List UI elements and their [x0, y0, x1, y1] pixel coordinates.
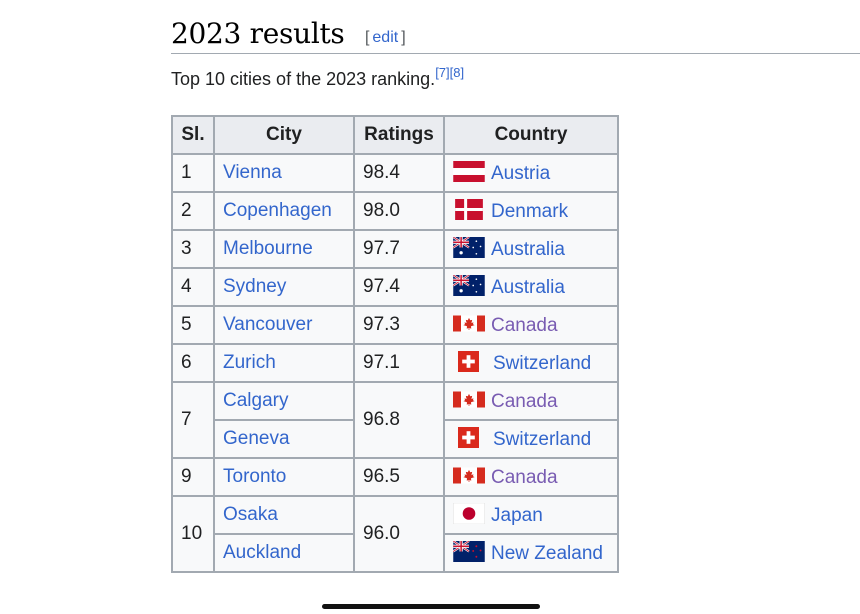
country-link[interactable]: Australia	[491, 277, 565, 298]
city-link[interactable]: Sydney	[223, 276, 286, 297]
cell-country: Japan	[443, 495, 619, 535]
city-link[interactable]: Vancouver	[223, 314, 312, 335]
cell-city: Zurich	[213, 343, 355, 383]
cell-country: Australia	[443, 267, 619, 307]
city-link[interactable]: Calgary	[223, 390, 288, 411]
city-link[interactable]: Melbourne	[223, 238, 313, 259]
cell-country: Denmark	[443, 191, 619, 231]
country-link[interactable]: Switzerland	[493, 353, 591, 374]
cell-rating: 97.4	[353, 267, 445, 307]
city-link[interactable]: Auckland	[223, 542, 301, 563]
table-row: 9 Toronto 96.5 Canada	[171, 457, 619, 497]
cell-city: Toronto	[213, 457, 355, 497]
cell-sl: 7	[171, 381, 215, 459]
rankings-table: Sl. City Ratings Country 1 Vienna 98.4 Aust…	[171, 115, 619, 573]
cell-country: Australia	[443, 229, 619, 269]
header-sl[interactable]: Sl.	[171, 115, 215, 155]
country-link[interactable]: Australia	[491, 239, 565, 260]
city-link[interactable]: Vienna	[223, 162, 282, 183]
table-header-row: Sl. City Ratings Country	[171, 115, 619, 155]
city-link[interactable]: Zurich	[223, 352, 276, 373]
cell-rating: 98.0	[353, 191, 445, 231]
cell-city: Melbourne	[213, 229, 355, 269]
cell-sl: 1	[171, 153, 215, 193]
edit-link[interactable]: edit	[369, 29, 401, 46]
cell-city: Osaka	[213, 495, 355, 535]
table-row: 6 Zurich 97.1 Switzerland	[171, 343, 619, 383]
cell-city: Vienna	[213, 153, 355, 193]
cell-sl: 3	[171, 229, 215, 269]
flag-new-zealand-icon[interactable]	[452, 540, 485, 562]
cell-country: New Zealand	[443, 533, 619, 573]
flag-australia-icon[interactable]	[452, 236, 485, 258]
edit-section: [edit]	[365, 14, 406, 62]
city-link[interactable]: Geneva	[223, 428, 290, 449]
cell-rating: 97.1	[353, 343, 445, 383]
country-link[interactable]: Canada	[491, 467, 558, 488]
cell-sl: 4	[171, 267, 215, 307]
intro-paragraph: Top 10 cities of the 2023 ranking.[7][8]	[171, 64, 464, 94]
section-heading: 2023 results [edit]	[171, 14, 860, 54]
country-link[interactable]: Switzerland	[493, 429, 591, 450]
cell-country: Austria	[443, 153, 619, 193]
flag-austria-icon[interactable]	[453, 161, 485, 182]
table-row: 10 Osaka 96.0 Japan	[171, 495, 619, 573]
citations: [7][8]	[435, 65, 464, 80]
citation-7[interactable]: [7]	[435, 65, 449, 80]
table-row: 2 Copenhagen 98.0 Denmark	[171, 191, 619, 231]
edit-bracket-close: ]	[401, 29, 406, 46]
cell-country: Switzerland	[443, 419, 619, 459]
cell-rating: 96.5	[353, 457, 445, 497]
cell-country: Canada	[443, 381, 619, 421]
table-row: 1 Vienna 98.4 Austria	[171, 153, 619, 193]
country-link[interactable]: Japan	[491, 505, 543, 526]
city-link[interactable]: Toronto	[223, 466, 286, 487]
header-country[interactable]: Country	[443, 115, 619, 155]
cell-rating: 97.3	[353, 305, 445, 345]
cell-sl: 9	[171, 457, 215, 497]
flag-canada-icon[interactable]	[453, 313, 485, 334]
cell-rating: 97.7	[353, 229, 445, 269]
country-link[interactable]: Canada	[491, 391, 558, 412]
cell-rating: 98.4	[353, 153, 445, 193]
city-link[interactable]: Copenhagen	[223, 200, 332, 221]
cell-city: Sydney	[213, 267, 355, 307]
country-link[interactable]: Austria	[491, 163, 550, 184]
intro-text: Top 10 cities of the 2023 ranking.	[171, 69, 436, 89]
cell-sl: 10	[171, 495, 215, 573]
cell-country: Canada	[443, 305, 619, 345]
cell-city: Geneva	[213, 419, 355, 459]
cell-city: Vancouver	[213, 305, 355, 345]
flag-australia-icon[interactable]	[452, 274, 485, 296]
cell-country: Switzerland	[443, 343, 619, 383]
cell-country: Canada	[443, 457, 619, 497]
country-link[interactable]: New Zealand	[491, 543, 603, 564]
header-city[interactable]: City	[213, 115, 355, 155]
country-link[interactable]: Canada	[491, 315, 558, 336]
cell-rating: 96.8	[353, 381, 445, 459]
flag-japan-icon[interactable]	[452, 502, 486, 525]
flag-switzerland-icon[interactable]	[458, 351, 479, 372]
city-link[interactable]: Osaka	[223, 504, 278, 525]
flag-switzerland-icon[interactable]	[458, 427, 479, 448]
section-title: 2023 results	[171, 17, 345, 50]
citation-8[interactable]: [8]	[450, 65, 464, 80]
table-row: 4 Sydney 97.4 Australia	[171, 267, 619, 307]
cell-city: Copenhagen	[213, 191, 355, 231]
country-link[interactable]: Denmark	[491, 201, 568, 222]
header-ratings[interactable]: Ratings	[353, 115, 445, 155]
table-row: 5 Vancouver 97.3 Canada	[171, 305, 619, 345]
flag-canada-icon[interactable]	[453, 389, 485, 410]
cell-sl: 6	[171, 343, 215, 383]
cell-sl: 2	[171, 191, 215, 231]
cell-city: Calgary	[213, 381, 355, 421]
flag-canada-icon[interactable]	[453, 465, 485, 486]
flag-denmark-icon[interactable]	[453, 199, 485, 220]
cell-sl: 5	[171, 305, 215, 345]
table-row: 3 Melbourne 97.7 Australia	[171, 229, 619, 269]
table-row: 7 Calgary 96.8 Canada	[171, 381, 619, 459]
cell-rating: 96.0	[353, 495, 445, 573]
home-indicator[interactable]	[322, 604, 540, 609]
cell-city: Auckland	[213, 533, 355, 573]
